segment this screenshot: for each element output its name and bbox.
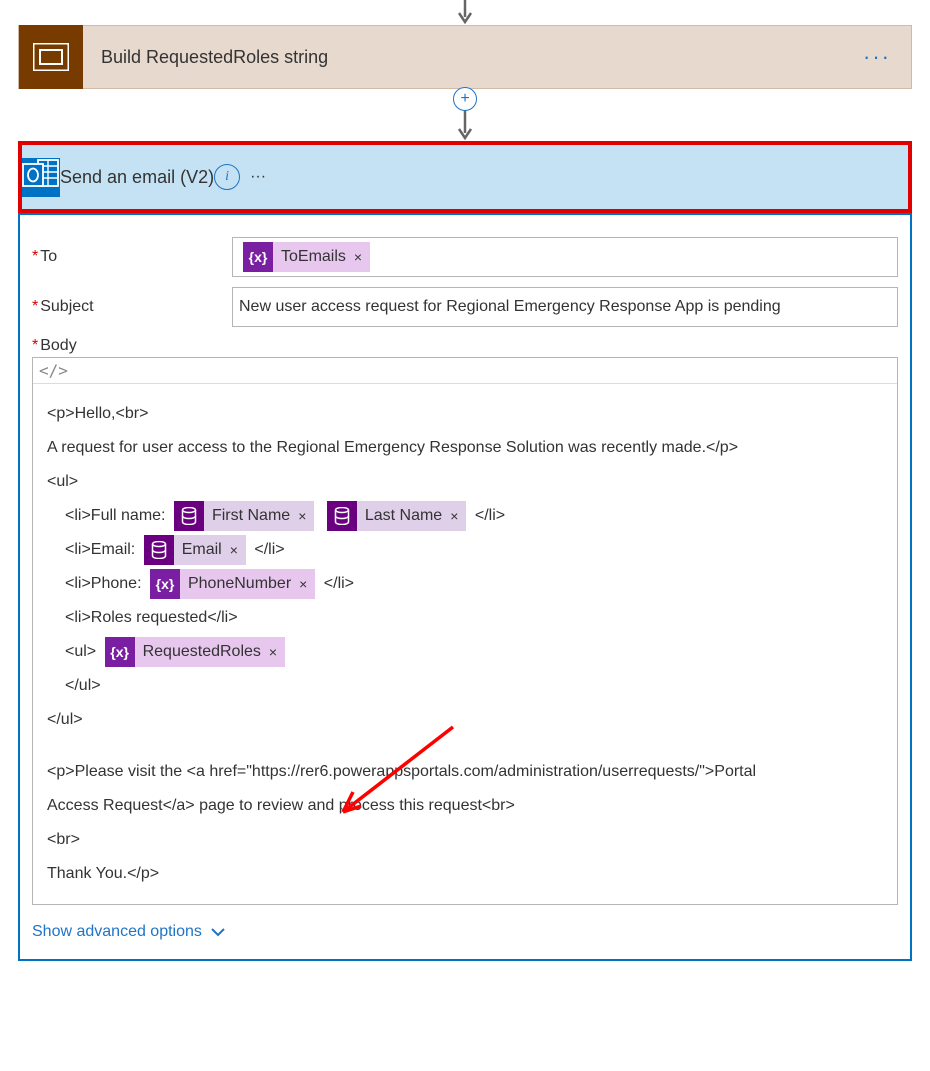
token-label: RequestedRoles <box>135 637 269 667</box>
body-line: <li>Phone: {x} PhoneNumber × </li> <box>47 568 883 600</box>
body-line: </ul> <box>47 670 883 702</box>
body-line-blank <box>47 738 883 754</box>
send-email-form: *To {x} ToEmails × *Subject New user acc… <box>18 213 912 961</box>
body-line: <ul> <box>47 466 883 498</box>
body-content[interactable]: <p>Hello,<br> A request for user access … <box>33 384 897 904</box>
body-line: <p>Hello,<br> <box>47 398 883 430</box>
outlook-icon <box>22 158 60 197</box>
show-advanced-options[interactable]: Show advanced options <box>32 923 226 941</box>
token-label: ToEmails <box>273 242 354 272</box>
body-line: Thank You.</p> <box>47 858 883 890</box>
datasource-icon <box>174 501 204 531</box>
body-line: <li>Full name: First Name × Last Name × … <box>47 500 883 532</box>
token-toemails[interactable]: {x} ToEmails × <box>243 242 370 272</box>
token-remove-button[interactable]: × <box>298 501 314 531</box>
code-view-toggle[interactable]: </> <box>33 358 897 384</box>
token-remove-button[interactable]: × <box>354 242 370 272</box>
body-line: <li>Roles requested</li> <box>47 602 883 634</box>
datasource-icon <box>327 501 357 531</box>
to-field[interactable]: {x} ToEmails × <box>232 237 898 277</box>
body-line: Access Request</a> page to review and pr… <box>47 790 883 822</box>
plus-icon: + <box>460 90 469 108</box>
action-menu-button[interactable]: ··· <box>250 168 266 186</box>
token-lastname[interactable]: Last Name × <box>327 501 467 531</box>
expression-icon: {x} <box>150 569 180 599</box>
token-label: Email <box>174 535 230 565</box>
body-line: <p>Please visit the <a href="https://rer… <box>47 756 883 788</box>
subject-field[interactable]: New user access request for Regional Eme… <box>232 287 898 327</box>
token-phonenumber[interactable]: {x} PhoneNumber × <box>150 569 315 599</box>
body-editor: </> <p>Hello,<br> A request for user acc… <box>32 357 898 905</box>
insert-step-button[interactable]: + <box>453 87 477 111</box>
body-label: *Body <box>32 337 898 355</box>
body-line: </ul> <box>47 704 883 736</box>
variable-action-icon <box>19 25 83 89</box>
action-send-email-header[interactable]: Send an email (V2) i ··· <box>22 145 908 209</box>
info-icon[interactable]: i <box>214 164 240 190</box>
token-remove-button[interactable]: × <box>230 535 246 565</box>
token-email[interactable]: Email × <box>144 535 246 565</box>
datasource-icon <box>144 535 174 565</box>
body-line: A request for user access to the Regiona… <box>47 432 883 464</box>
flow-arrow <box>18 0 912 25</box>
action-send-email-highlighted: Send an email (V2) i ··· <box>18 141 912 213</box>
token-remove-button[interactable]: × <box>269 637 285 667</box>
action-menu-button[interactable]: ··· <box>843 44 911 70</box>
subject-label: *Subject <box>32 298 232 316</box>
expression-icon: {x} <box>105 637 135 667</box>
body-line: <ul> {x} RequestedRoles × <box>47 636 883 668</box>
body-line: <br> <box>47 824 883 856</box>
token-label: PhoneNumber <box>180 569 299 599</box>
token-label: First Name <box>204 501 298 531</box>
token-remove-button[interactable]: × <box>450 501 466 531</box>
to-label: *To <box>32 248 232 266</box>
action-title: Send an email (V2) <box>60 167 214 188</box>
token-firstname[interactable]: First Name × <box>174 501 314 531</box>
body-line: <li>Email: Email × </li> <box>47 534 883 566</box>
token-requestedroles[interactable]: {x} RequestedRoles × <box>105 637 285 667</box>
token-remove-button[interactable]: × <box>299 569 315 599</box>
action-title: Build RequestedRoles string <box>83 47 843 68</box>
action-build-requested-roles[interactable]: Build RequestedRoles string ··· <box>18 25 912 89</box>
chevron-down-icon <box>210 924 226 940</box>
token-label: Last Name <box>357 501 450 531</box>
expression-icon: {x} <box>243 242 273 272</box>
